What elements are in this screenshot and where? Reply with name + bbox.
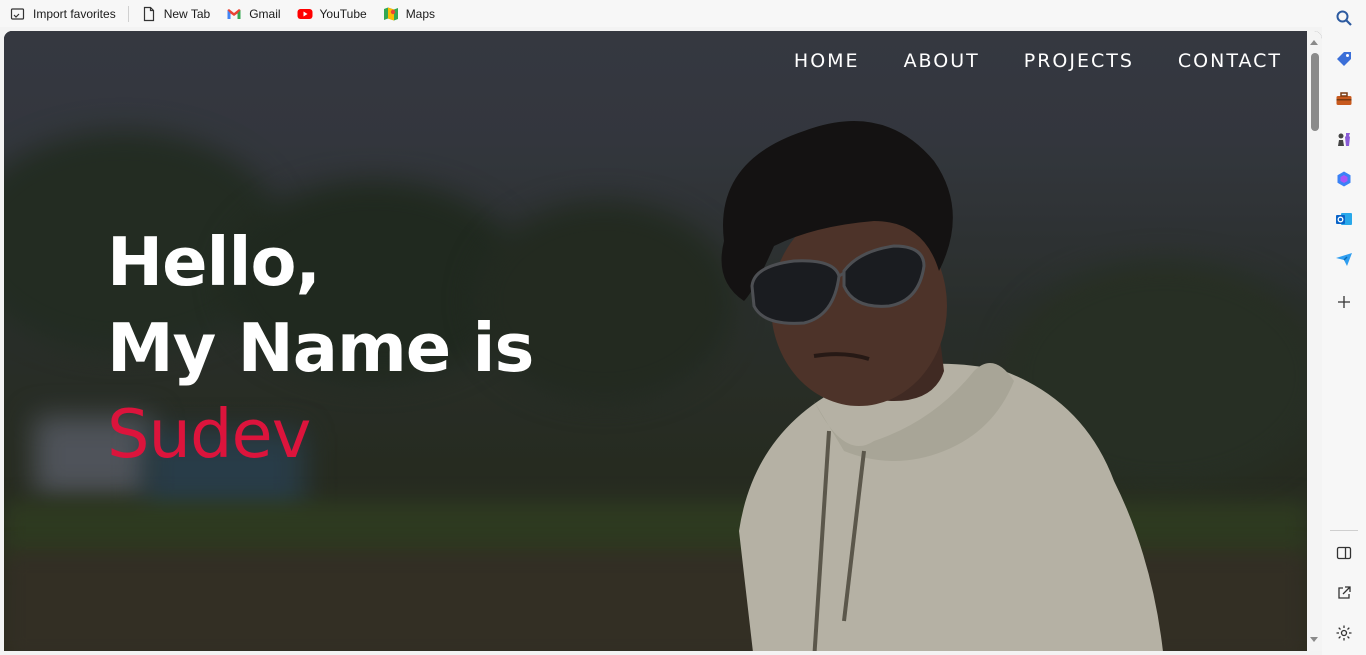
maps-icon bbox=[383, 7, 398, 20]
sidebar-add[interactable] bbox=[1334, 292, 1354, 312]
favorite-label: Maps bbox=[405, 6, 436, 21]
hero-section: HOME ABOUT PROJECTS CONTACT Hello, My Na… bbox=[4, 31, 1307, 651]
sidebar-open-external[interactable] bbox=[1334, 583, 1354, 603]
favorite-youtube[interactable]: YouTube bbox=[297, 6, 367, 22]
hero-greeting: Hello, bbox=[107, 223, 321, 301]
favorite-maps[interactable]: Maps bbox=[383, 6, 435, 22]
scroll-up-arrow-icon[interactable] bbox=[1310, 40, 1318, 45]
favorite-new-tab[interactable]: New Tab bbox=[141, 6, 210, 22]
gmail-icon bbox=[227, 8, 241, 19]
search-icon bbox=[1336, 10, 1352, 26]
favorites-bar: Import favorites New Tab Gmail YouTube M… bbox=[0, 0, 1322, 27]
browser-sidebar bbox=[1322, 0, 1366, 655]
tag-icon bbox=[1337, 52, 1351, 66]
favorite-label: Import favorites bbox=[33, 6, 116, 21]
sidebar-tools[interactable] bbox=[1334, 89, 1354, 109]
send-icon bbox=[1336, 253, 1352, 266]
sidebar-settings[interactable] bbox=[1334, 623, 1354, 643]
split-screen-icon bbox=[1336, 546, 1352, 560]
chess-icon bbox=[1338, 133, 1350, 146]
hero-name: Sudev bbox=[107, 395, 311, 473]
hero-intro: My Name is bbox=[107, 309, 534, 387]
favorites-divider bbox=[127, 5, 129, 22]
settings-icon bbox=[1336, 625, 1352, 641]
sidebar-split-screen[interactable] bbox=[1334, 543, 1354, 563]
hero-headline: Hello, My Name is Sudev bbox=[107, 219, 534, 477]
sidebar-outlook[interactable] bbox=[1334, 209, 1354, 229]
outlook-icon bbox=[1336, 213, 1352, 225]
favorite-label: YouTube bbox=[319, 6, 367, 21]
main-nav: HOME ABOUT PROJECTS CONTACT bbox=[794, 50, 1282, 72]
nav-about[interactable]: ABOUT bbox=[904, 50, 980, 72]
youtube-icon bbox=[297, 8, 313, 19]
add-icon bbox=[1338, 296, 1350, 308]
toolbox-icon bbox=[1336, 92, 1352, 105]
favorite-import[interactable]: Import favorites bbox=[10, 6, 116, 22]
nav-home[interactable]: HOME bbox=[794, 50, 860, 72]
sidebar-drop[interactable] bbox=[1334, 249, 1354, 269]
vertical-scrollbar[interactable] bbox=[1307, 31, 1322, 651]
sidebar-search[interactable] bbox=[1334, 8, 1354, 28]
import-favorites-icon bbox=[10, 7, 25, 20]
favorite-gmail[interactable]: Gmail bbox=[226, 6, 281, 22]
favorite-label: New Tab bbox=[163, 6, 211, 21]
sidebar-shopping[interactable] bbox=[1334, 49, 1354, 69]
sidebar-copilot[interactable] bbox=[1334, 169, 1354, 189]
copilot-icon bbox=[1337, 171, 1351, 187]
scroll-down-arrow-icon[interactable] bbox=[1310, 637, 1318, 642]
external-link-icon bbox=[1338, 586, 1351, 599]
favorite-label: Gmail bbox=[249, 6, 281, 21]
page-icon bbox=[143, 6, 154, 21]
page-viewport: HOME ABOUT PROJECTS CONTACT Hello, My Na… bbox=[4, 31, 1322, 651]
sidebar-games[interactable] bbox=[1334, 129, 1354, 149]
sidebar-divider bbox=[1330, 530, 1358, 531]
scrollbar-thumb[interactable] bbox=[1311, 53, 1319, 131]
nav-projects[interactable]: PROJECTS bbox=[1024, 50, 1134, 72]
nav-contact[interactable]: CONTACT bbox=[1178, 50, 1282, 72]
